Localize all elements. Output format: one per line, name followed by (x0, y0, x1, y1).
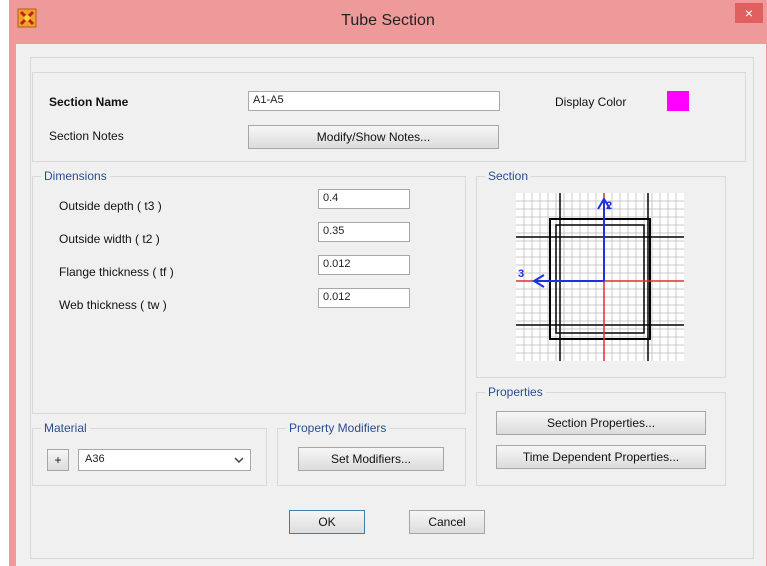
section-name-input[interactable]: A1-A5 (248, 91, 500, 111)
section-title: Section (485, 169, 532, 183)
dialog-window: Tube Section × Section Name A1-A5 Displa… (9, 0, 767, 566)
section-properties-button[interactable]: Section Properties... (496, 411, 706, 435)
dim-label: Flange thickness ( tf ) (59, 265, 174, 279)
dialog-body: Section Name A1-A5 Display Color Section… (16, 44, 766, 566)
section-preview-group: Section 2 3 (476, 169, 726, 378)
material-title: Material (41, 421, 90, 435)
flange-thickness-input[interactable]: 0.012 (318, 255, 410, 275)
outside-depth-input[interactable]: 0.4 (318, 189, 410, 209)
dimensions-group: Dimensions Outside depth ( t3 ) 0.4 Outs… (32, 169, 466, 414)
properties-title: Properties (485, 385, 546, 399)
axis-3-label: 3 (518, 268, 524, 280)
material-value: A36 (85, 453, 105, 465)
title-bar: Tube Section × (9, 0, 767, 44)
property-modifiers-title: Property Modifiers (286, 421, 390, 435)
dim-label: Outside depth ( t3 ) (59, 199, 162, 213)
window-title: Tube Section (341, 12, 435, 29)
close-button[interactable]: × (735, 3, 763, 23)
ok-button[interactable]: OK (289, 510, 365, 534)
section-notes-label: Section Notes (49, 129, 124, 143)
display-color-label: Display Color (555, 95, 627, 109)
set-modifiers-button[interactable]: Set Modifiers... (298, 447, 444, 471)
properties-group: Properties Section Properties... Time De… (476, 385, 726, 486)
section-header-group: Section Name A1-A5 Display Color Section… (32, 72, 746, 162)
material-group: Material + A36 (32, 421, 267, 486)
time-dependent-properties-button[interactable]: Time Dependent Properties... (496, 445, 706, 469)
cancel-button[interactable]: Cancel (409, 510, 485, 534)
property-modifiers-group: Property Modifiers Set Modifiers... (277, 421, 466, 486)
dim-label: Web thickness ( tw ) (59, 298, 167, 312)
section-name-label: Section Name (49, 95, 129, 109)
chevron-down-icon (234, 457, 244, 464)
section-preview-canvas: 2 3 (516, 193, 684, 361)
web-thickness-input[interactable]: 0.012 (318, 288, 410, 308)
dim-label: Outside width ( t2 ) (59, 232, 160, 246)
display-color-swatch[interactable] (667, 91, 689, 111)
axis-2-label: 2 (606, 200, 612, 212)
add-material-button[interactable]: + (47, 449, 69, 471)
content-frame: Section Name A1-A5 Display Color Section… (30, 57, 754, 559)
outside-width-input[interactable]: 0.35 (318, 222, 410, 242)
modify-notes-button[interactable]: Modify/Show Notes... (248, 125, 499, 149)
material-select[interactable]: A36 (78, 449, 251, 471)
dimensions-title: Dimensions (41, 169, 110, 183)
